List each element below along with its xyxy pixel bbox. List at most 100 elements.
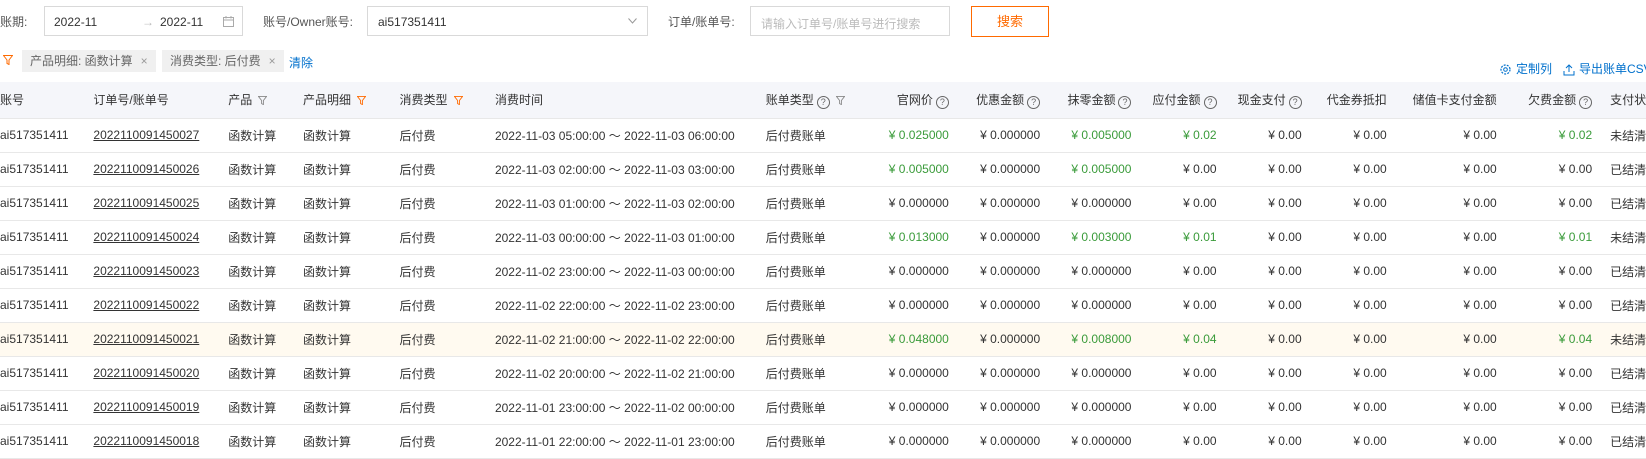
- period-end[interactable]: 2022-11: [160, 15, 203, 29]
- help-icon[interactable]: ?: [1579, 95, 1593, 109]
- cell-account: ai517351411: [0, 152, 88, 187]
- order-link[interactable]: 2022110091450022: [93, 298, 199, 312]
- table-row: ai517351411 2022110091450027 函数计算 函数计算 后付费 20…: [0, 118, 1646, 153]
- column-header: 账号: [0, 82, 88, 119]
- calendar-icon[interactable]: [223, 16, 234, 27]
- cell-card: ¥ 0.00: [1392, 390, 1503, 425]
- cell-order[interactable]: 2022110091450023: [87, 254, 223, 289]
- cell-discount: ¥ 0.000000: [954, 424, 1047, 459]
- cell-order[interactable]: 2022110091450021: [87, 322, 223, 357]
- column-header: 产品: [222, 82, 297, 119]
- cell-order[interactable]: 2022110091450022: [87, 288, 223, 323]
- customize-columns-label: 定制列: [1516, 62, 1553, 76]
- help-icon[interactable]: ?: [935, 95, 949, 109]
- cell-product: 函数计算: [222, 186, 297, 221]
- cell-coupon: ¥ 0.00: [1307, 152, 1393, 187]
- cell-type: 后付费: [393, 288, 489, 323]
- cell-rounding: ¥ 0.008000: [1046, 322, 1138, 357]
- clear-filters-link[interactable]: 清除: [289, 54, 313, 71]
- cell-order[interactable]: 2022110091450027: [87, 118, 223, 153]
- filter-icon[interactable]: [258, 96, 268, 106]
- period-range-picker[interactable]: 2022-11 → 2022-11: [44, 6, 243, 36]
- cell-order[interactable]: 2022110091450026: [87, 152, 223, 187]
- cell-order[interactable]: 2022110091450024: [87, 220, 223, 255]
- column-header: 优惠金额?: [954, 82, 1047, 119]
- cell-rounding: ¥ 0.000000: [1046, 424, 1138, 459]
- cell-list-price: ¥ 0.000000: [873, 288, 955, 323]
- cell-payable: ¥ 0.02: [1137, 118, 1223, 153]
- help-icon[interactable]: ?: [816, 95, 830, 109]
- cell-bill-type: 后付费账单: [759, 322, 874, 357]
- cell-bill-type: 后付费账单: [759, 288, 874, 323]
- export-csv-link[interactable]: 导出账单CSV: [1563, 60, 1646, 77]
- account-select[interactable]: ai517351411: [367, 6, 648, 36]
- cell-order[interactable]: 2022110091450020: [87, 356, 223, 391]
- cell-time: 2022-11-01 23:00:00 ～ 2022-11-02 00:00:0…: [488, 390, 760, 425]
- filter-active-icon[interactable]: [453, 96, 463, 106]
- customize-columns-link[interactable]: 定制列: [1499, 60, 1552, 77]
- cell-card: ¥ 0.00: [1392, 288, 1503, 323]
- cell-discount: ¥ 0.000000: [954, 390, 1047, 425]
- cell-type: 后付费: [393, 118, 489, 153]
- order-search-input[interactable]: 请输入订单号/账单号进行搜索: [750, 6, 950, 36]
- search-button[interactable]: 搜索: [971, 6, 1049, 37]
- table-row: ai517351411 2022110091450022 函数计算 函数计算 后付费 20…: [0, 288, 1646, 323]
- order-link[interactable]: 2022110091450019: [93, 400, 199, 414]
- cell-time: 2022-11-03 02:00:00 ～ 2022-11-03 03:00:0…: [488, 152, 760, 187]
- help-icon[interactable]: ?: [1118, 95, 1132, 109]
- export-csv-label: 导出账单CSV: [1579, 62, 1646, 76]
- cell-status: 已结清: [1598, 390, 1646, 425]
- cell-time: 2022-11-02 22:00:00 ～ 2022-11-02 23:00:0…: [488, 288, 760, 323]
- cell-type: 后付费: [393, 220, 489, 255]
- table-row: ai517351411 2022110091450019 函数计算 函数计算 后付费 20…: [0, 390, 1646, 425]
- cell-list-price: ¥ 0.000000: [873, 390, 955, 425]
- cell-cash: ¥ 0.00: [1222, 424, 1308, 459]
- cell-discount: ¥ 0.000000: [954, 186, 1047, 221]
- cell-order[interactable]: 2022110091450018: [87, 424, 223, 459]
- cell-status: 未结清: [1598, 322, 1646, 357]
- cell-type: 后付费: [393, 356, 489, 391]
- cell-order[interactable]: 2022110091450025: [87, 186, 223, 221]
- order-link[interactable]: 2022110091450023: [93, 264, 199, 278]
- order-link[interactable]: 2022110091450025: [93, 196, 199, 210]
- cell-coupon: ¥ 0.00: [1307, 322, 1393, 357]
- column-header: 现金支付?: [1222, 82, 1308, 119]
- filter-tag-consume-type: 消费类型: 后付费 ×: [162, 50, 284, 72]
- cell-type: 后付费: [393, 390, 489, 425]
- column-header: 产品明细: [296, 82, 394, 119]
- cell-list-price: ¥ 0.000000: [873, 356, 955, 391]
- filter-active-icon[interactable]: [357, 96, 366, 106]
- cell-rounding: ¥ 0.000000: [1046, 254, 1138, 289]
- cell-coupon: ¥ 0.00: [1307, 356, 1393, 391]
- help-icon[interactable]: ?: [1027, 95, 1041, 109]
- period-start[interactable]: 2022-11: [54, 15, 97, 29]
- close-icon[interactable]: ×: [269, 54, 276, 68]
- cell-product: 函数计算: [222, 220, 297, 255]
- cell-owed: ¥ 0.00: [1502, 288, 1599, 323]
- close-icon[interactable]: ×: [141, 54, 148, 68]
- help-icon[interactable]: ?: [1288, 95, 1302, 109]
- cell-order[interactable]: 2022110091450019: [87, 390, 223, 425]
- cell-detail: 函数计算: [296, 220, 394, 255]
- order-link[interactable]: 2022110091450020: [93, 366, 199, 380]
- cell-cash: ¥ 0.00: [1222, 186, 1308, 221]
- active-filter-tags: 产品明细: 函数计算 × 消费类型: 后付费 × 清除: [0, 50, 1646, 76]
- cell-status: 已结清: [1598, 254, 1646, 289]
- cell-type: 后付费: [393, 424, 489, 459]
- column-header: 官网价?: [873, 82, 955, 119]
- order-link[interactable]: 2022110091450018: [93, 434, 199, 448]
- order-link[interactable]: 2022110091450027: [93, 128, 199, 142]
- period-label: 账期:: [0, 15, 28, 29]
- filter-icon[interactable]: [835, 95, 845, 105]
- cell-coupon: ¥ 0.00: [1307, 220, 1393, 255]
- cell-detail: 函数计算: [296, 390, 394, 425]
- chevron-down-icon[interactable]: [628, 18, 637, 24]
- column-header: 应付金额?: [1137, 82, 1223, 119]
- filter-bar: 账期: 2022-11 → 2022-11 账号/Owner账号: ai5173…: [0, 0, 1646, 44]
- help-icon[interactable]: ?: [1203, 95, 1217, 109]
- order-link[interactable]: 2022110091450026: [93, 162, 199, 176]
- order-link[interactable]: 2022110091450021: [93, 332, 199, 346]
- cell-bill-type: 后付费账单: [759, 254, 874, 289]
- cell-product: 函数计算: [222, 118, 297, 153]
- order-link[interactable]: 2022110091450024: [93, 230, 199, 244]
